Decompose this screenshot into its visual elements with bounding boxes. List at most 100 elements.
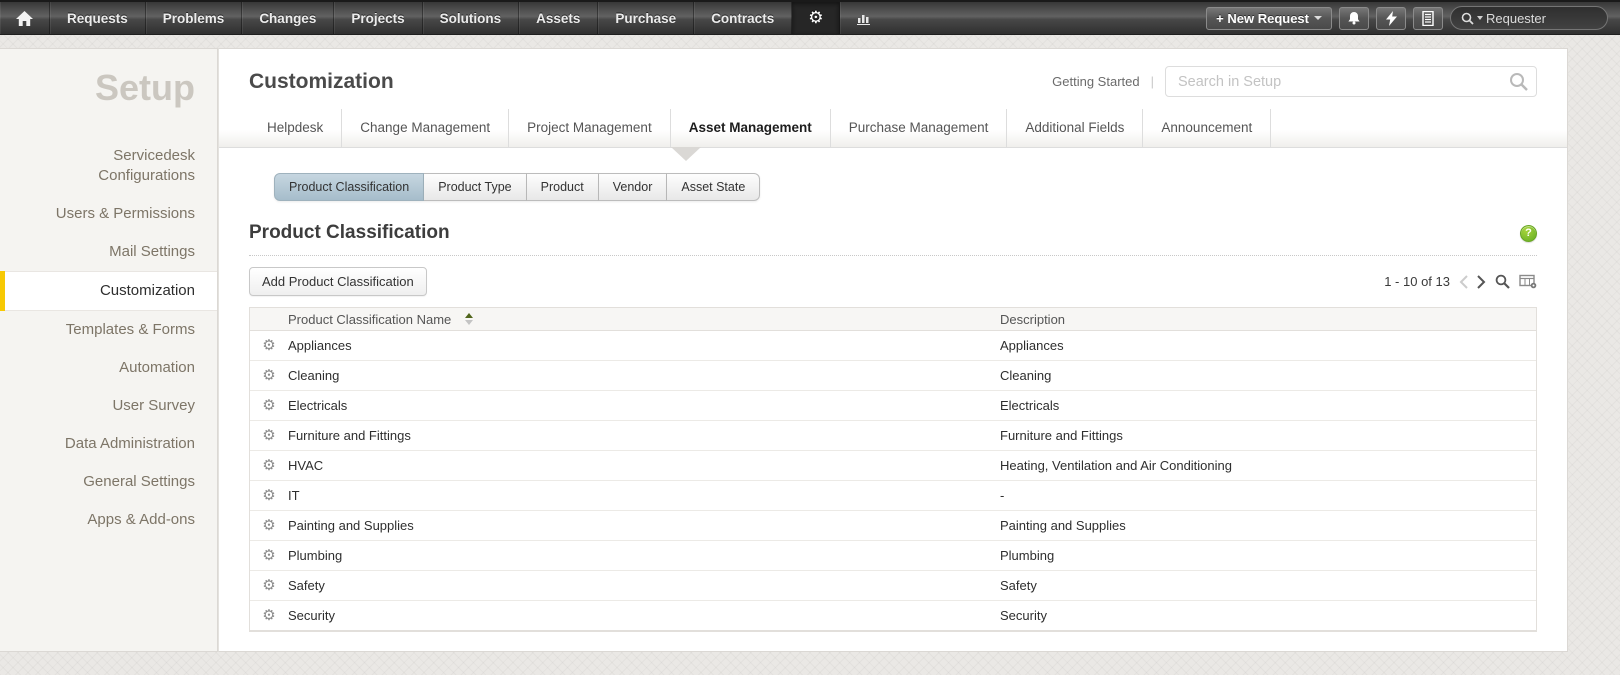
global-search-input[interactable] (1486, 10, 1586, 26)
nav-home[interactable] (0, 2, 50, 34)
row-gear-icon[interactable]: ⚙ (262, 398, 275, 413)
sidebar-item-mail-settings[interactable]: Mail Settings (0, 233, 217, 271)
tab-purchase-management[interactable]: Purchase Management (831, 109, 1008, 147)
tab-asset-management[interactable]: Asset Management (671, 109, 831, 147)
subtab-asset-state[interactable]: Asset State (667, 173, 761, 201)
table-row[interactable]: ⚙ Furniture and Fittings Furniture and F… (250, 421, 1536, 451)
sidebar-item-servicedesk-configurations[interactable]: Servicedesk Configurations (0, 137, 217, 195)
table-row[interactable]: ⚙ HVAC Heating, Ventilation and Air Cond… (250, 451, 1536, 481)
table-row[interactable]: ⚙ Safety Safety (250, 571, 1536, 601)
sidebar-item-automation[interactable]: Automation (0, 349, 217, 387)
subtab-product[interactable]: Product (526, 173, 599, 201)
add-product-classification-button[interactable]: Add Product Classification (249, 267, 427, 296)
row-name: HVAC (288, 458, 324, 473)
home-icon (16, 10, 33, 26)
row-gear-icon[interactable]: ⚙ (262, 608, 275, 623)
tab-project-management[interactable]: Project Management (509, 109, 671, 147)
section-title: Product Classification (249, 222, 450, 243)
row-description: Furniture and Fittings (1000, 428, 1123, 443)
subtab-product-classification[interactable]: Product Classification (274, 173, 425, 201)
tab-announcement[interactable]: Announcement (1143, 109, 1272, 147)
pagination: 1 - 10 of 13 (1384, 274, 1537, 289)
row-gear-icon[interactable]: ⚙ (262, 488, 275, 503)
notifications-button[interactable] (1339, 6, 1369, 30)
table-row[interactable]: ⚙ Appliances Appliances (250, 331, 1536, 361)
row-description: Cleaning (1000, 368, 1052, 383)
next-page-button[interactable] (1477, 274, 1486, 289)
table-row[interactable]: ⚙ Plumbing Plumbing (250, 541, 1536, 571)
row-description: Electricals (1000, 398, 1060, 413)
nav-setup-gear[interactable]: ⚙ (792, 2, 841, 34)
header-divider: | (1150, 74, 1154, 89)
table-settings-icon (1519, 274, 1537, 289)
setup-search (1165, 66, 1537, 97)
nav-requests[interactable]: Requests (50, 2, 146, 34)
nav-assets[interactable]: Assets (519, 2, 599, 34)
row-gear-icon[interactable]: ⚙ (262, 368, 275, 383)
chevron-left-icon (1459, 274, 1468, 289)
row-name: Painting and Supplies (288, 518, 414, 533)
sidebar-item-customization[interactable]: Customization (0, 271, 217, 311)
row-gear-icon[interactable]: ⚙ (262, 548, 275, 563)
table-row[interactable]: ⚙ Painting and Supplies Painting and Sup… (250, 511, 1536, 541)
tab-change-management[interactable]: Change Management (342, 109, 510, 147)
row-name: Security (288, 608, 335, 623)
column-header-description[interactable]: Description (1000, 312, 1536, 327)
global-search[interactable] (1450, 6, 1608, 30)
table-row[interactable]: ⚙ Electricals Electricals (250, 391, 1536, 421)
sidebar-item-data-administration[interactable]: Data Administration (0, 425, 217, 463)
sort-ascending-icon[interactable] (465, 313, 474, 325)
tab-helpdesk[interactable]: Helpdesk (249, 109, 343, 147)
row-description: Security (1000, 608, 1047, 623)
active-tab-caret (671, 147, 701, 161)
top-navigation-bar: Requests Problems Changes Projects Solut… (0, 0, 1620, 35)
column-settings-button[interactable] (1519, 274, 1537, 289)
nav-contracts[interactable]: Contracts (694, 2, 793, 34)
reports-bar-chart-icon (857, 15, 871, 25)
setup-search-input[interactable] (1165, 66, 1537, 97)
row-description: Painting and Supplies (1000, 518, 1126, 533)
row-gear-icon[interactable]: ⚙ (262, 518, 275, 533)
nav-changes[interactable]: Changes (242, 2, 335, 34)
sidebar-item-apps-addons[interactable]: Apps & Add-ons (0, 501, 217, 539)
row-gear-icon[interactable]: ⚙ (262, 428, 275, 443)
nav-reports[interactable] (840, 2, 888, 34)
row-gear-icon[interactable]: ⚙ (262, 338, 275, 353)
sidebar-item-user-survey[interactable]: User Survey (0, 387, 217, 425)
help-icon[interactable]: ? (1520, 224, 1537, 242)
table-row[interactable]: ⚙ IT - (250, 481, 1536, 511)
chevron-down-icon (1314, 16, 1322, 20)
new-request-button[interactable]: + New Request (1206, 6, 1332, 30)
prev-page-button[interactable] (1459, 274, 1468, 289)
row-name: Plumbing (288, 548, 343, 563)
subtab-product-type[interactable]: Product Type (424, 173, 527, 201)
nav-purchase[interactable]: Purchase (598, 2, 695, 34)
page-title: Customization (249, 69, 394, 93)
header-actions: Getting Started | (1052, 66, 1537, 97)
sidebar-item-users-permissions[interactable]: Users & Permissions (0, 195, 217, 233)
nav-solutions[interactable]: Solutions (423, 2, 520, 34)
chevron-right-icon (1477, 274, 1486, 289)
getting-started-link[interactable]: Getting Started (1052, 74, 1139, 89)
search-icon[interactable] (1509, 72, 1528, 91)
sidebar-item-templates-forms[interactable]: Templates & Forms (0, 311, 217, 349)
quick-actions-button[interactable] (1376, 6, 1406, 30)
table-row[interactable]: ⚙ Security Security (250, 601, 1536, 631)
column-header-name[interactable]: Product Classification Name (288, 312, 451, 327)
search-scope-caret-icon[interactable] (1477, 16, 1483, 20)
sidebar-item-general-settings[interactable]: General Settings (0, 463, 217, 501)
subtab-vendor[interactable]: Vendor (598, 173, 668, 201)
row-gear-icon[interactable]: ⚙ (262, 578, 275, 593)
row-name: IT (288, 488, 300, 503)
search-rows-button[interactable] (1495, 274, 1510, 289)
table-row[interactable]: ⚙ Cleaning Cleaning (250, 361, 1536, 391)
tasks-button[interactable] (1413, 6, 1443, 30)
pagination-count: 1 - 10 of 13 (1384, 274, 1450, 289)
row-description: Appliances (1000, 338, 1064, 353)
row-gear-icon[interactable]: ⚙ (262, 458, 275, 473)
tab-additional-fields[interactable]: Additional Fields (1007, 109, 1144, 147)
customization-tabbar: Helpdesk Change Management Project Manag… (219, 109, 1567, 161)
nav-projects[interactable]: Projects (334, 2, 423, 34)
nav-problems[interactable]: Problems (146, 2, 243, 34)
new-request-label: + New Request (1216, 10, 1309, 26)
